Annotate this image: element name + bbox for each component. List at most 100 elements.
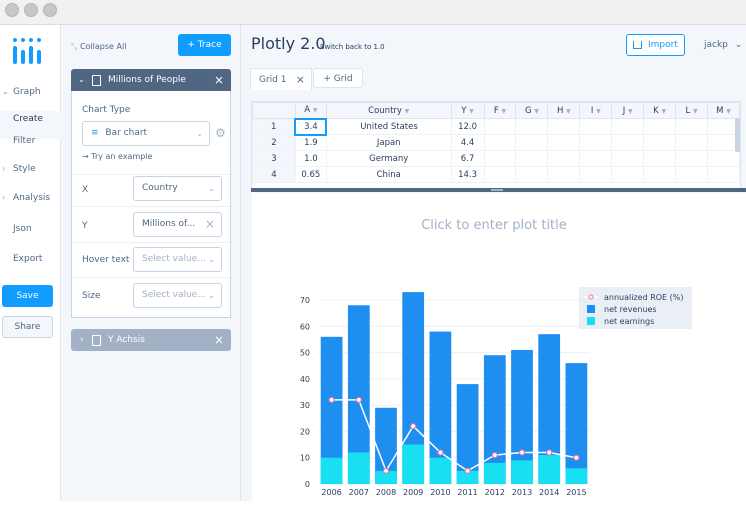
roe-point[interactable]	[573, 454, 580, 461]
legend[interactable]: annualized ROE (%) net revenues net earnin…	[579, 287, 692, 329]
nav-filter[interactable]: Filter	[0, 136, 61, 150]
collapse-icon: ⤡	[71, 42, 78, 51]
column-header[interactable]: Country ▼	[325, 102, 452, 119]
window-minimize-button[interactable]	[24, 3, 38, 17]
bar-net-earnings[interactable]	[320, 457, 343, 484]
nav-analysis[interactable]: › Analysis	[0, 193, 61, 207]
bar-net-earnings[interactable]	[347, 452, 370, 484]
bar-line-chart[interactable]: Click to enter plot title 0 10 20 30 40 50 60 7…	[252, 193, 746, 501]
editor-panel: ⤡ Collapse All + Trace ⌄ Millions of Peo…	[61, 25, 241, 501]
user-menu[interactable]: jackp ⌄	[704, 40, 742, 50]
column-header[interactable]: G ▼	[515, 102, 549, 119]
bar-net-earnings[interactable]	[402, 444, 425, 484]
data-grid[interactable]: A ▼ Country ▼ Y ▼ F ▼ G ▼ H ▼ I ▼ J ▼ K …	[251, 101, 741, 191]
chevron-down-icon: ⌄	[208, 291, 215, 300]
column-header[interactable]: J ▼	[611, 102, 645, 119]
hover-text-dropdown[interactable]: Select value... ⌄	[133, 247, 222, 272]
y-dropdown[interactable]: Millions of... ×	[133, 212, 222, 237]
bar-net-earnings[interactable]	[429, 457, 452, 484]
column-header[interactable]: Y ▼	[450, 102, 485, 119]
column-header[interactable]: L ▼	[675, 102, 708, 119]
roe-point[interactable]	[382, 467, 390, 474]
x-tick-label: 2009	[403, 488, 423, 497]
bar-net-revenues[interactable]	[565, 363, 588, 484]
bar-net-earnings[interactable]	[511, 460, 533, 484]
window-maximize-button[interactable]	[43, 3, 57, 17]
legend-label[interactable]: annualized ROE (%)	[604, 293, 684, 302]
y-axis-fold-header[interactable]: › Y Achsis ×	[71, 329, 231, 351]
roe-point[interactable]	[355, 396, 362, 403]
chevron-down-icon: ▼	[501, 107, 507, 115]
x-label: X	[82, 185, 89, 195]
x-tick-label: 2014	[539, 488, 559, 497]
legend-label[interactable]: net earnings	[604, 317, 654, 326]
nav-create[interactable]: Create	[0, 111, 61, 139]
nav-json[interactable]: Json	[0, 224, 61, 238]
splitter-handle[interactable]	[491, 189, 503, 191]
collapse-all-button[interactable]: ⤡ Collapse All	[71, 42, 126, 52]
size-dropdown[interactable]: Select value... ⌄	[133, 283, 222, 308]
roe-point[interactable]	[518, 449, 526, 456]
legend-label[interactable]: net revenues	[604, 305, 657, 314]
try-example-link[interactable]: → Try an example	[82, 152, 152, 161]
add-grid-button[interactable]: + Grid	[313, 68, 363, 88]
divider	[72, 242, 230, 243]
divider	[72, 206, 230, 207]
column-header[interactable]: H ▼	[547, 102, 581, 119]
column-header[interactable]: K ▼	[643, 102, 677, 119]
column-header[interactable]: M ▼	[707, 102, 740, 119]
plot-area[interactable]: Click to enter plot title 0 10 20 30 40 50 60 7…	[252, 193, 746, 501]
save-button[interactable]: Save	[2, 285, 53, 307]
roe-point[interactable]	[410, 423, 417, 430]
x-tick-label: 2007	[349, 488, 369, 497]
chevron-down-icon: ⌄	[78, 75, 85, 84]
x-tick-label: 2011	[457, 488, 477, 497]
roe-point[interactable]	[464, 467, 471, 474]
y-tick-label: 0	[305, 480, 310, 489]
close-icon[interactable]: ×	[214, 329, 224, 351]
y-tick-label: 30	[300, 401, 310, 410]
grid-plot-splitter[interactable]	[251, 188, 746, 192]
y-tick-label: 10	[300, 454, 310, 463]
chevron-down-icon: ▼	[596, 107, 601, 115]
roe-point[interactable]	[437, 449, 444, 456]
grid-table: A ▼ Country ▼ Y ▼ F ▼ G ▼ H ▼ I ▼ J ▼ K …	[252, 102, 740, 183]
column-header[interactable]: A ▼	[294, 102, 327, 119]
x-tick-label: 2012	[485, 488, 505, 497]
trace-fold-body: Chart Type ≡ Bar chart ⌄ ⚙ → Try an exam…	[71, 91, 231, 318]
trace-fold-header[interactable]: ⌄ Millions of People ×	[71, 69, 231, 91]
nav-graph[interactable]: ⌄ Graph	[0, 87, 61, 101]
hover-text-label: Hover text	[82, 255, 130, 265]
roe-point[interactable]	[491, 451, 498, 459]
column-header[interactable]: I ▼	[579, 102, 613, 119]
trace-doc-icon	[92, 335, 101, 346]
x-dropdown[interactable]: Country ⌄	[133, 176, 222, 201]
chevron-down-icon: ▼	[534, 107, 539, 115]
bar-net-earnings[interactable]	[565, 468, 588, 484]
grid-scrollbar[interactable]	[735, 118, 740, 152]
import-button[interactable]: Import	[626, 34, 685, 56]
bar-net-earnings[interactable]	[483, 462, 506, 484]
chevron-right-icon: ›	[80, 335, 84, 345]
plot-title[interactable]: Click to enter plot title	[421, 218, 567, 233]
share-button[interactable]: Share	[2, 316, 53, 338]
chevron-down-icon: ▼	[469, 107, 474, 115]
column-header[interactable]: F ▼	[483, 102, 517, 119]
close-icon[interactable]: ×	[296, 69, 305, 91]
gear-icon[interactable]: ⚙	[215, 126, 226, 140]
switch-version-link[interactable]: Switch back to 1.0	[320, 43, 385, 51]
add-trace-button[interactable]: + Trace	[178, 34, 231, 56]
chart-type-dropdown[interactable]: ≡ Bar chart ⌄	[82, 121, 210, 146]
close-icon[interactable]: ×	[214, 69, 224, 91]
roe-point[interactable]	[546, 449, 553, 456]
nav-export[interactable]: Export	[0, 254, 61, 268]
tab-grid1[interactable]: Grid 1 ×	[250, 68, 312, 90]
roe-point[interactable]	[328, 396, 335, 403]
nav-style[interactable]: › Style	[0, 164, 61, 178]
y-tick-label: 50	[300, 349, 310, 358]
bar-net-earnings[interactable]	[538, 455, 561, 484]
window-close-button[interactable]	[5, 3, 19, 17]
legend-bar-swatch	[587, 305, 595, 313]
close-icon[interactable]: ×	[205, 213, 215, 236]
y-tick-label: 40	[300, 375, 310, 384]
